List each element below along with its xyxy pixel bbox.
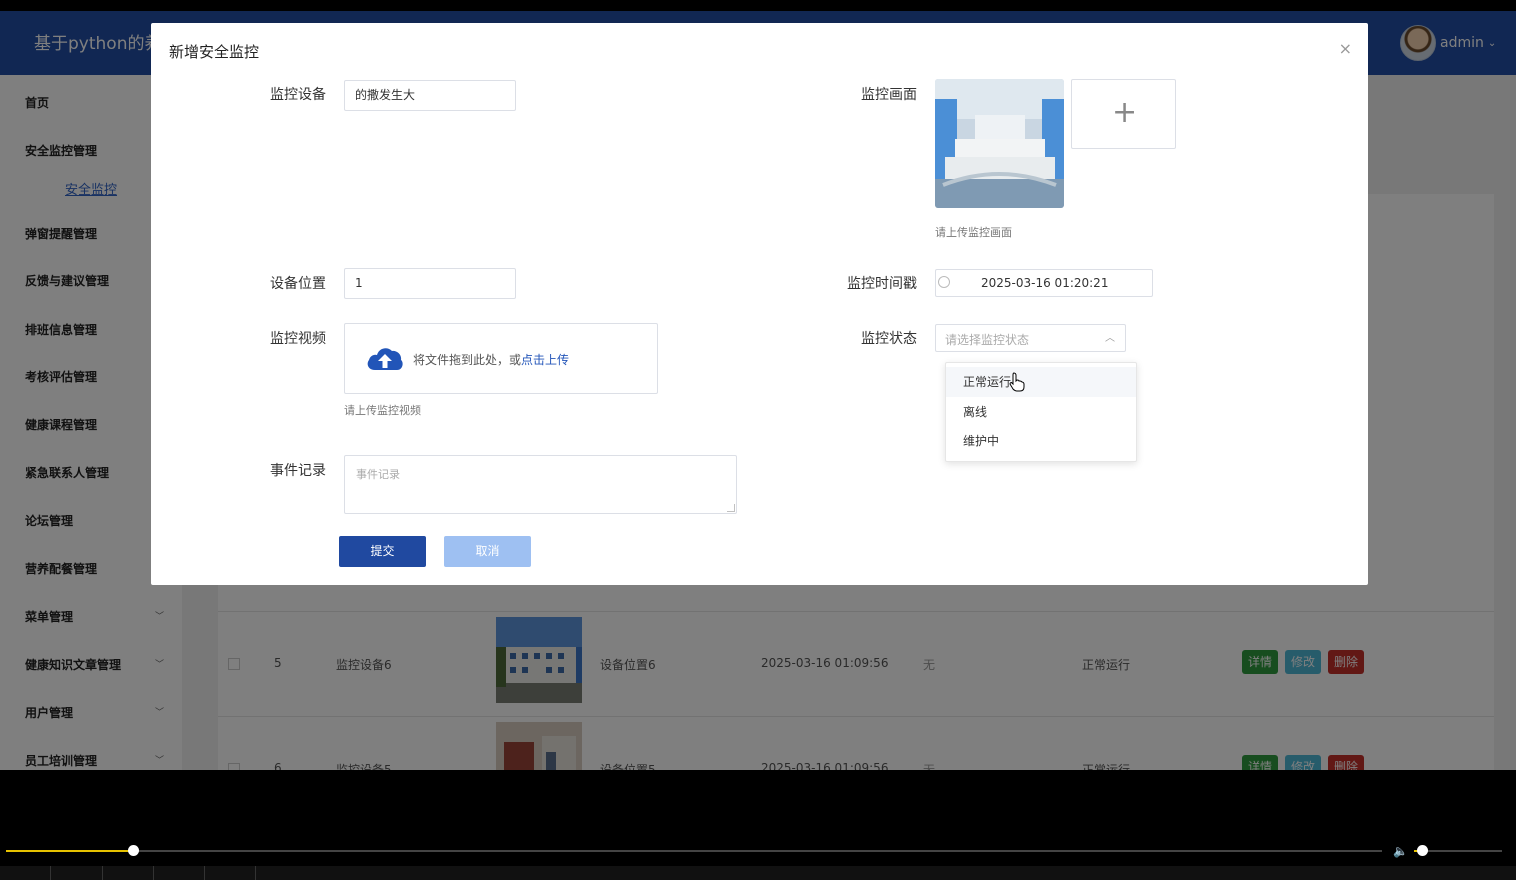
seek-handle[interactable]	[128, 845, 139, 856]
divider	[50, 866, 51, 880]
taskbar-strip	[0, 866, 1516, 880]
cancel-button[interactable]: 取消	[444, 536, 531, 567]
event-label: 事件记录	[270, 463, 326, 479]
seek-bar[interactable]	[6, 850, 1382, 852]
device-input[interactable]: 的撒发生大	[344, 80, 516, 111]
location-input[interactable]: 1	[344, 268, 516, 299]
event-placeholder: 事件记录	[356, 468, 400, 481]
app-screen: 基于python的养 admin ⌄ 首页 安全监控管理 安全监控 弹窗提醒管理…	[0, 11, 1516, 770]
chevron-up-icon: ﹀	[1105, 330, 1115, 341]
resize-handle-icon[interactable]	[727, 504, 735, 512]
status-dropdown: 正常运行 离线 维护中	[945, 362, 1137, 462]
timestamp-label: 监控时间戳	[847, 276, 917, 292]
plus-icon: +	[1112, 95, 1138, 130]
dialog-title: 新增安全监控	[169, 43, 260, 61]
volume-handle[interactable]	[1417, 845, 1428, 856]
divider	[153, 866, 154, 880]
image-label: 监控画面	[861, 87, 917, 103]
cloud-upload-icon	[367, 348, 403, 370]
event-textarea[interactable]: 事件记录	[344, 455, 737, 514]
monitor-image-preview[interactable]	[935, 79, 1064, 208]
status-select[interactable]: 请选择监控状态 ﹀	[935, 324, 1126, 352]
submit-button[interactable]: 提交	[339, 536, 426, 567]
clock-icon	[938, 276, 950, 288]
status-option-running[interactable]: 正常运行	[946, 367, 1136, 397]
seek-progress	[6, 850, 134, 852]
add-security-monitor-dialog: 新增安全监控 × 监控设备 的撒发生大 设备位置 1 监控视频 将文件拖到此处，…	[151, 23, 1368, 585]
status-placeholder: 请选择监控状态	[945, 333, 1030, 347]
divider	[102, 866, 103, 880]
device-label: 监控设备	[270, 87, 326, 103]
close-icon[interactable]: ×	[1339, 39, 1352, 58]
timestamp-value: 2025-03-16 01:20:21	[981, 276, 1109, 290]
timestamp-picker[interactable]: 2025-03-16 01:20:21	[935, 269, 1153, 297]
status-option-offline[interactable]: 离线	[946, 397, 1136, 427]
video-upload-dropzone[interactable]: 将文件拖到此处，或点击上传	[344, 323, 658, 394]
speaker-icon[interactable]: 🔈	[1393, 844, 1408, 858]
status-option-maintenance[interactable]: 维护中	[946, 426, 1136, 456]
image-tip: 请上传监控画面	[935, 226, 1012, 239]
video-tip: 请上传监控视频	[344, 404, 421, 417]
hand-cursor-icon	[1009, 372, 1025, 392]
location-label: 设备位置	[270, 276, 326, 292]
status-label: 监控状态	[861, 331, 917, 347]
divider	[204, 866, 205, 880]
upload-link[interactable]: 点击上传	[521, 353, 569, 367]
add-image-button[interactable]: +	[1071, 79, 1176, 149]
divider	[255, 866, 256, 880]
upload-instruction: 将文件拖到此处，或点击上传	[413, 353, 570, 367]
video-label: 监控视频	[270, 331, 326, 347]
